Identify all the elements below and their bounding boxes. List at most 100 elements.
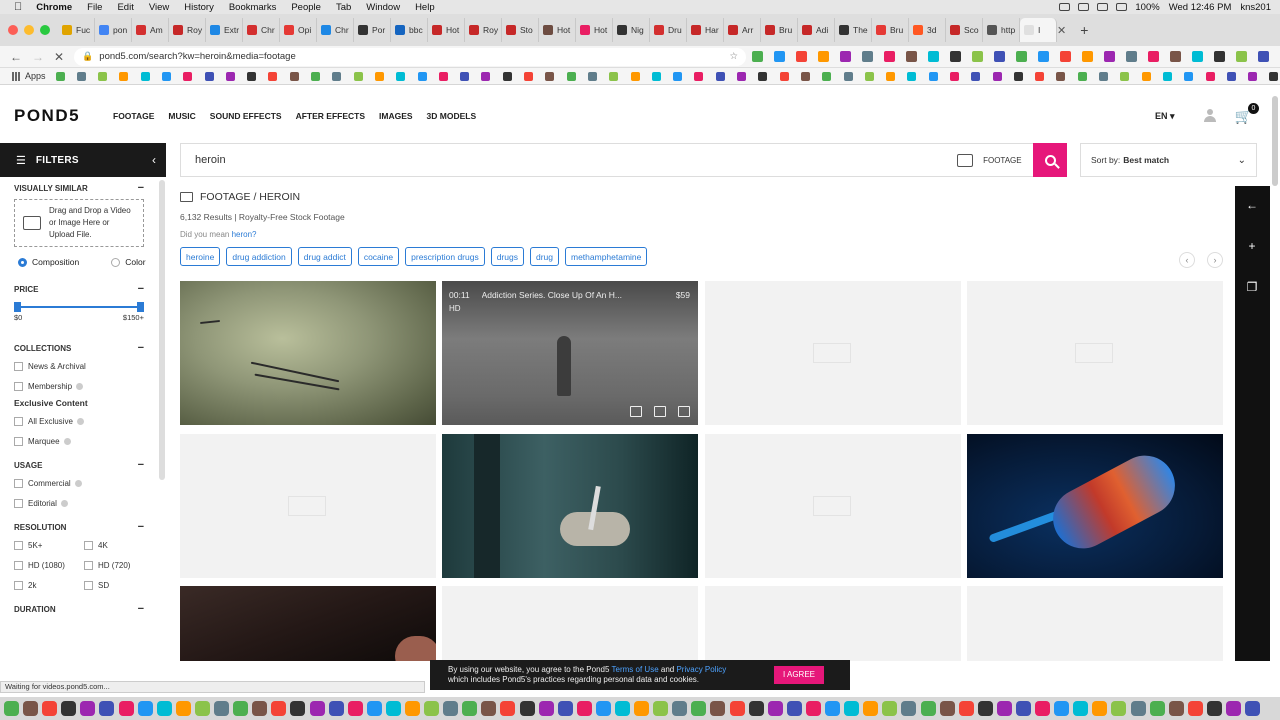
checkbox-marquee[interactable]: Marquee [14,431,144,451]
radio-composition[interactable]: Composition [18,257,79,267]
upload-file-link[interactable]: Upload File. [49,229,131,241]
menu-people[interactable]: People [291,2,321,13]
filters-toggle[interactable]: ☰ FILTERS ‹ [0,143,166,177]
terms-link[interactable]: Terms of Use [612,665,659,674]
user-name[interactable]: kns201 [1240,2,1271,13]
bookmark-favicon-icon[interactable] [204,71,214,81]
result-thumbnail[interactable] [180,586,436,661]
collection-icon[interactable]: ❐ [1245,280,1259,294]
usage-header[interactable]: USAGE − [14,457,144,473]
dock-app-icon[interactable] [729,701,745,716]
dock-app-icon[interactable] [920,701,936,716]
bookmark-favicon-icon[interactable] [1226,71,1236,81]
bookmark-favicon-icon[interactable] [247,71,257,81]
slider-handle-min[interactable] [14,302,21,312]
result-thumbnail-loading[interactable] [705,281,961,425]
browser-tab[interactable]: Sto [502,18,539,42]
help-icon[interactable] [76,382,84,390]
extension-icon[interactable] [950,51,961,62]
checkbox-sd[interactable]: SD [84,575,144,595]
bookmark-favicon-icon[interactable] [162,71,171,81]
dock-app-icon[interactable] [309,701,325,716]
dock-app-icon[interactable] [691,701,707,716]
bookmark-favicon-icon[interactable] [715,71,725,81]
dock-app-icon[interactable] [882,701,898,716]
bookmark-favicon-icon[interactable] [651,71,661,81]
dock-app-icon[interactable] [443,701,459,716]
extension-icon[interactable] [1060,51,1071,62]
extension-icon[interactable] [994,51,1005,62]
bookmark-favicon-icon[interactable] [1056,71,1066,81]
bookmark-favicon-icon[interactable] [587,71,597,81]
visual-search-icon[interactable] [957,153,974,167]
related-tag[interactable]: cocaine [357,247,400,266]
related-tag[interactable]: drugs [490,247,524,266]
result-thumbnail-loading[interactable] [180,434,436,578]
dock-app-icon[interactable] [175,701,191,716]
dock-app-icon[interactable] [1149,701,1165,716]
dock-app-icon[interactable] [1035,701,1051,716]
dock-app-icon[interactable] [1206,701,1222,716]
bookmark-favicon-icon[interactable] [183,71,193,81]
bookmark-favicon-icon[interactable] [289,71,299,81]
checkbox-2k[interactable]: 2k [14,575,84,595]
wifi-icon[interactable] [1116,3,1128,11]
bookmark-favicon-icon[interactable] [353,71,363,81]
checkbox-editorial[interactable]: Editorial [14,493,144,513]
dock-app-icon[interactable] [1226,701,1241,716]
browser-tab[interactable]: The [835,18,872,42]
help-icon[interactable] [60,499,68,507]
extension-icon[interactable] [796,51,807,62]
dock-app-icon[interactable] [748,701,764,716]
collapse-icon[interactable]: − [138,283,144,295]
bookmark-favicon-icon[interactable] [1077,71,1087,81]
apps-shortcut[interactable]: Apps [12,71,46,81]
status-icon[interactable] [1078,3,1090,11]
extension-icon[interactable] [752,51,763,62]
dock-app-icon[interactable] [653,701,669,716]
bookmark-favicon-icon[interactable] [992,71,1002,81]
radio-color[interactable]: Color [111,257,146,267]
extension-icon[interactable] [1192,51,1203,62]
result-thumbnail-hovered[interactable]: 00:11 Addiction Series. Close Up Of An H… [442,281,698,425]
minimize-window-icon[interactable] [24,25,34,35]
bookmark-favicon-icon[interactable] [1205,71,1215,81]
bookmark-favicon-icon[interactable] [886,71,896,81]
extension-icon[interactable] [774,51,785,62]
pond5-logo[interactable]: POND5 [14,106,94,126]
dock-app-icon[interactable] [462,701,478,716]
bookmark-favicon-icon[interactable] [311,71,321,81]
checkbox[interactable] [14,498,23,508]
new-tab-icon[interactable]: + [1080,22,1088,38]
extension-icon[interactable] [840,51,851,62]
checkbox-4k[interactable]: 4K [84,535,144,555]
browser-tab[interactable]: Har [687,18,724,42]
bookmark-favicon-icon[interactable] [843,71,853,81]
bookmark-favicon-icon[interactable] [76,71,86,81]
browser-tab[interactable]: Hot [428,18,465,42]
browser-tab[interactable]: Por [354,18,391,42]
dock-app-icon[interactable] [1073,701,1089,716]
browser-tab[interactable]: Opi [280,18,317,42]
extension-icon[interactable] [818,51,829,62]
dock-app-icon[interactable] [786,701,802,716]
dock-app-icon[interactable] [1130,701,1146,716]
browser-tab[interactable]: Hot [576,18,613,42]
browser-tab[interactable]: Bru [761,18,798,42]
checkbox[interactable] [84,540,93,550]
dock-app-icon[interactable] [615,701,630,716]
stop-icon[interactable]: ✕ [54,50,64,64]
dock-app-icon[interactable] [61,701,77,716]
bookmark-favicon-icon[interactable] [417,71,427,81]
bookmark-favicon-icon[interactable] [949,71,959,81]
status-icon[interactable] [1097,3,1109,11]
dock-app-icon[interactable] [194,701,210,716]
browser-tab[interactable]: pon [95,18,132,42]
dock-app-icon[interactable] [290,701,306,716]
upload-dropzone[interactable]: Drag and Drop a Video or Image Here or U… [14,199,144,247]
browser-tab[interactable]: bbc [391,18,428,42]
search-input[interactable]: heroin [195,154,226,166]
bookmark-favicon-icon[interactable] [1120,71,1130,81]
dock-app-icon[interactable] [99,701,115,716]
menu-view[interactable]: View [149,2,169,13]
